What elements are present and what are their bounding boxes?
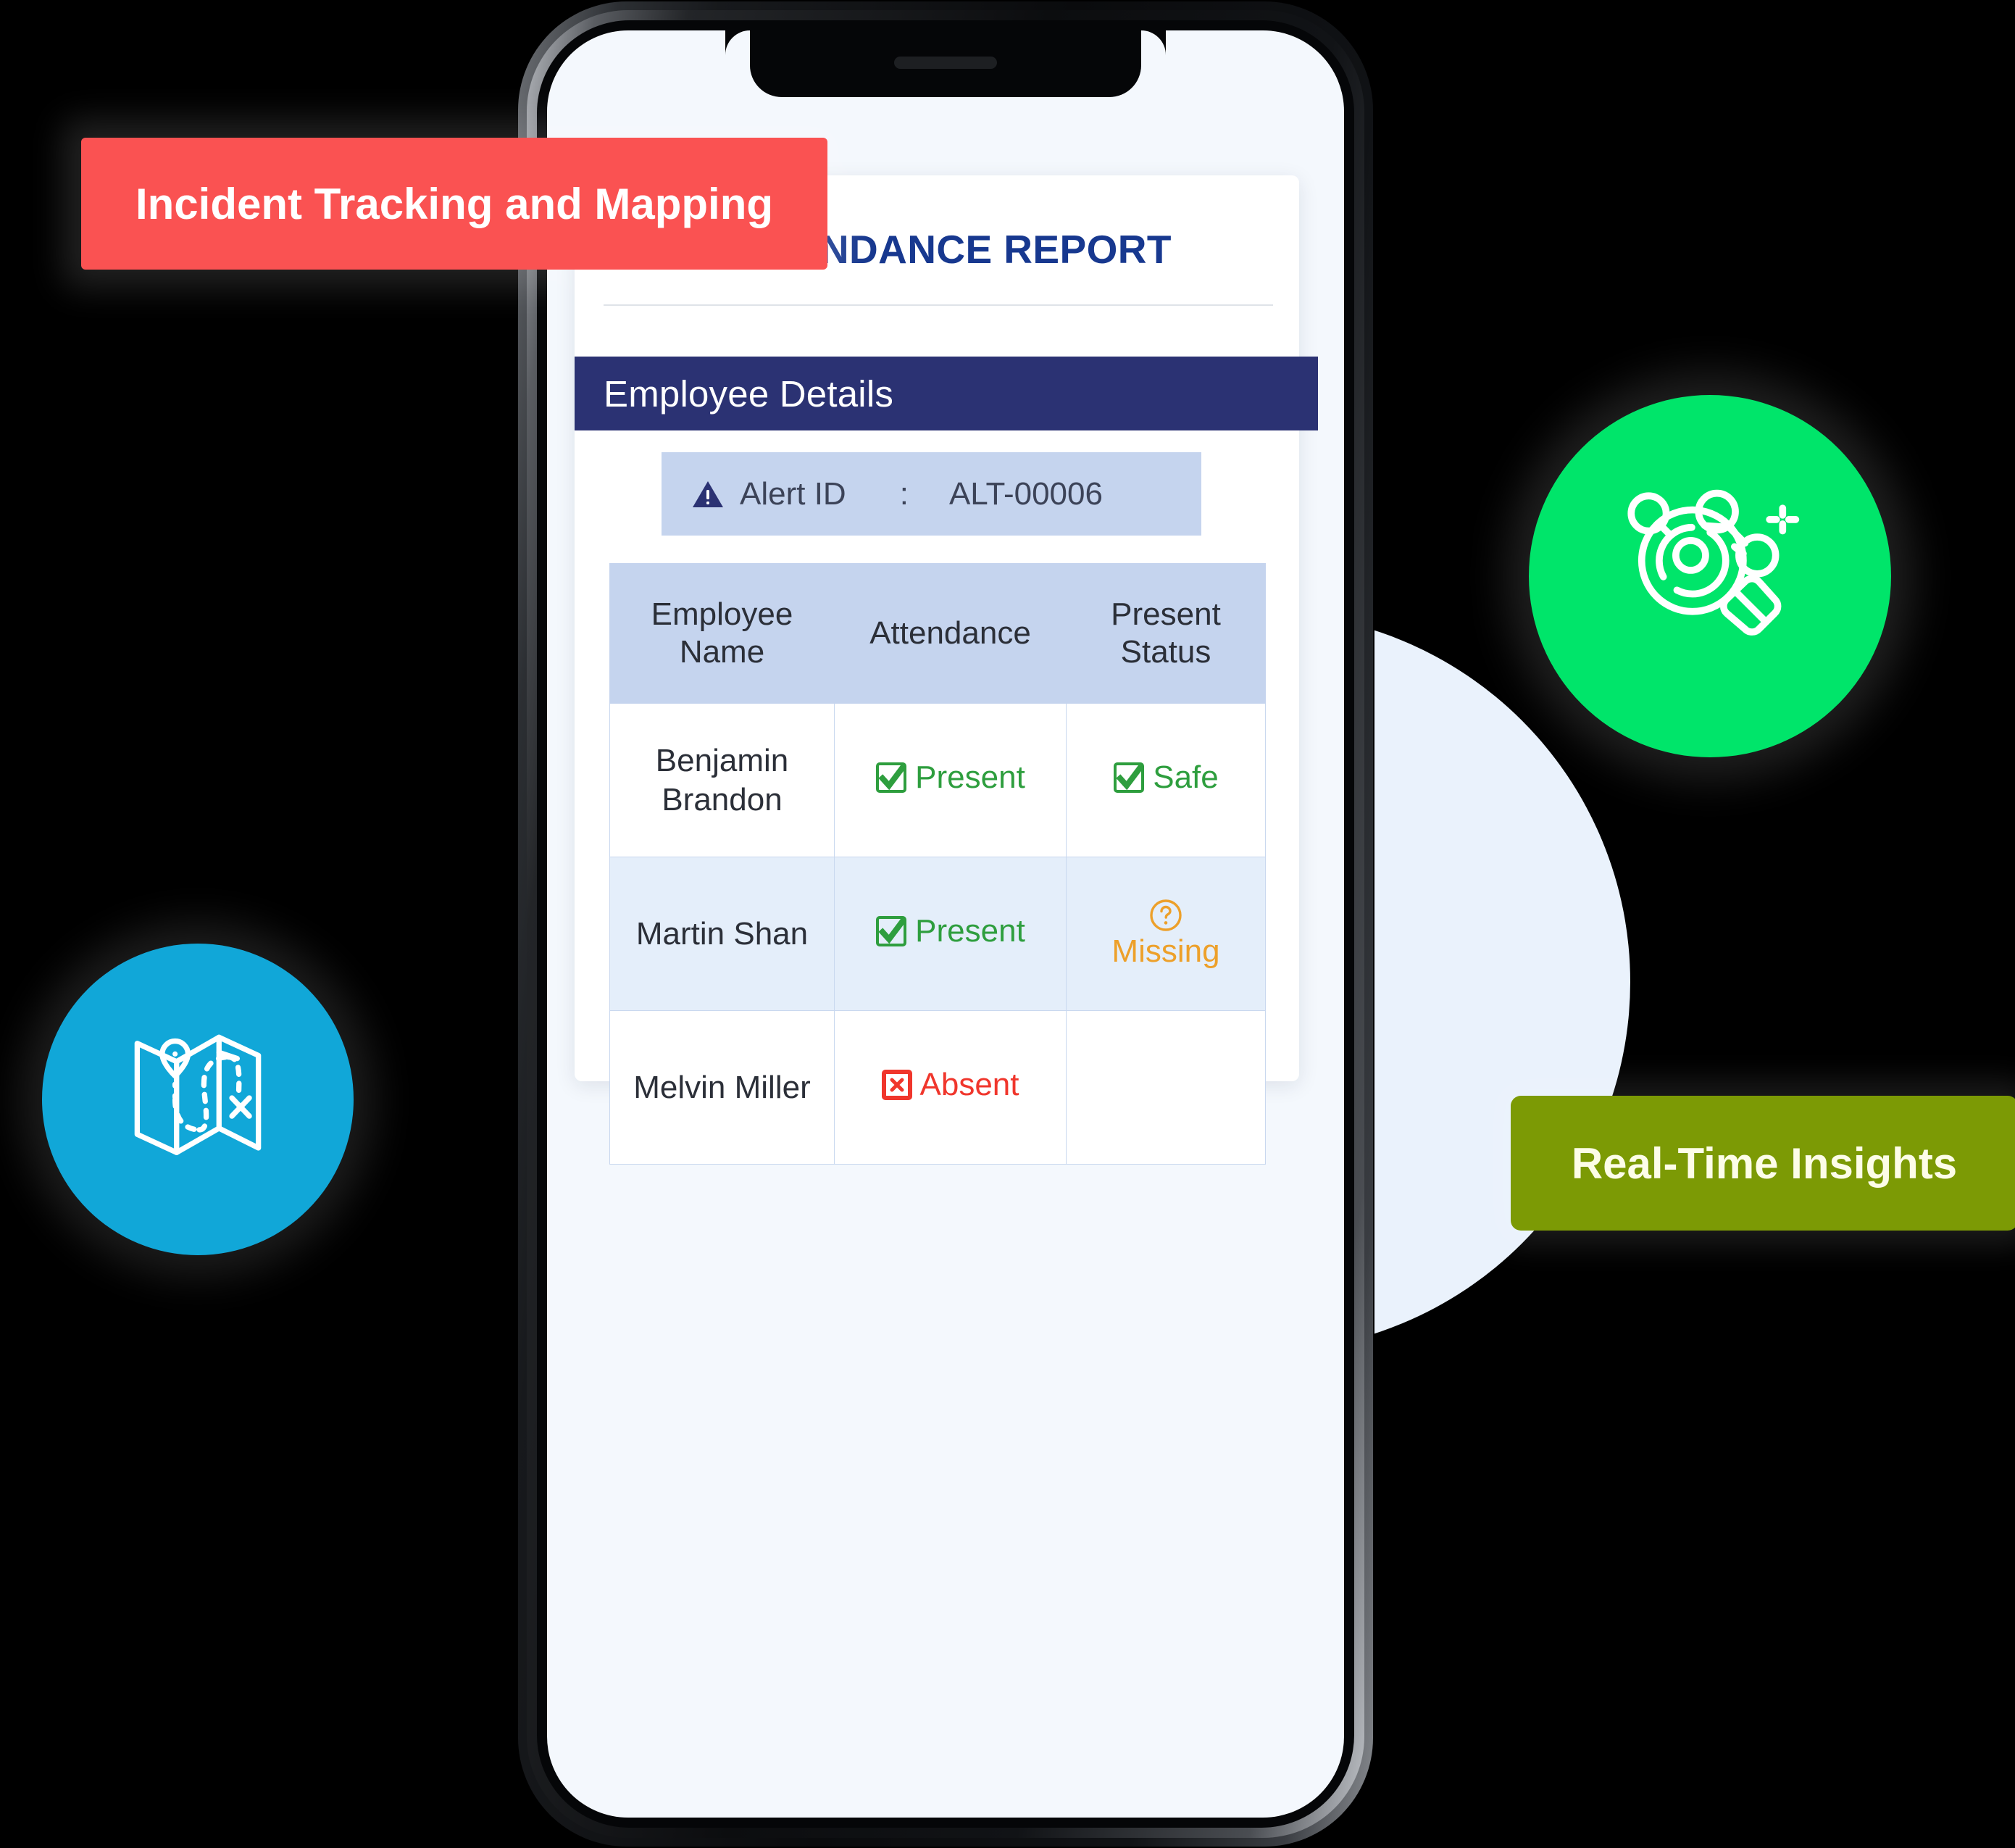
column-header-present-status: Present Status xyxy=(1066,563,1266,704)
notch-corner-right xyxy=(1141,30,1166,55)
phone-mockup: VIEW ATTENDANCE REPORT Employee Details xyxy=(518,1,1373,1847)
attendance-status-text: Present xyxy=(915,759,1025,795)
attendance-status-text: Absent xyxy=(919,1066,1019,1102)
checkbox-checked-icon xyxy=(875,915,907,947)
notch-corner-left xyxy=(725,30,750,55)
incident-tracking-badge[interactable]: Incident Tracking and Mapping xyxy=(81,138,827,270)
table-row[interactable]: Melvin Miller Absent xyxy=(609,1010,1266,1165)
scene-background: VIEW ATTENDANCE REPORT Employee Details xyxy=(0,0,2015,1848)
cell-present-status: Safe xyxy=(1066,703,1266,857)
table-header-row: Employee Name Attendance Present Status xyxy=(609,563,1266,704)
map-chip[interactable] xyxy=(42,944,354,1255)
table-row[interactable]: Benjamin Brandon Present Safe xyxy=(609,703,1266,857)
alert-id-value: ALT-00006 xyxy=(948,475,1103,512)
column-header-employee-name: Employee Name xyxy=(609,563,835,704)
column-header-attendance: Attendance xyxy=(834,563,1067,704)
question-circle-icon xyxy=(1148,898,1183,933)
cell-attendance: Absent xyxy=(834,1010,1067,1165)
insights-chip[interactable] xyxy=(1529,395,1891,757)
checkbox-checked-icon xyxy=(875,762,907,794)
attendance-status-text: Present xyxy=(915,912,1025,949)
phone-screen: VIEW ATTENDANCE REPORT Employee Details xyxy=(547,30,1344,1818)
cell-present-status xyxy=(1066,1010,1266,1165)
alert-id-label: Alert ID xyxy=(740,475,846,512)
table-row[interactable]: Martin Shan Present Missing xyxy=(609,857,1266,1011)
attendance-report-card: VIEW ATTENDANCE REPORT Employee Details xyxy=(575,175,1318,1165)
attendance-table: Employee Name Attendance Present Status … xyxy=(609,563,1266,1165)
present-status-text: Missing xyxy=(1111,933,1220,970)
real-time-insights-badge[interactable]: Real-Time Insights xyxy=(1511,1096,2015,1231)
checkbox-checked-icon xyxy=(1113,762,1145,794)
cell-present-status: Missing xyxy=(1066,857,1266,1011)
cross-box-icon xyxy=(881,1069,912,1101)
cell-employee-name: Benjamin Brandon xyxy=(609,703,835,857)
title-divider xyxy=(604,304,1273,306)
cell-attendance: Present xyxy=(834,703,1067,857)
table-body: Benjamin Brandon Present Safe Martin Sha… xyxy=(609,703,1266,1165)
phone-notch xyxy=(725,30,1166,97)
present-status-text: Safe xyxy=(1153,759,1219,795)
network-analysis-magnifier-icon xyxy=(1605,470,1815,683)
cell-attendance: Present xyxy=(834,857,1067,1011)
employee-details-section-header: Employee Details xyxy=(575,357,1318,430)
section-header-label: Employee Details xyxy=(604,372,894,415)
table-header: Employee Name Attendance Present Status xyxy=(609,563,1266,704)
cell-employee-name: Martin Shan xyxy=(609,857,835,1011)
alert-id-separator: : xyxy=(899,475,909,512)
alert-id-row: Alert ID : ALT-00006 xyxy=(662,452,1201,536)
earpiece-speaker-icon xyxy=(894,57,997,69)
cell-employee-name: Melvin Miller xyxy=(609,1010,835,1165)
warning-triangle-icon xyxy=(692,480,724,509)
folded-map-route-icon xyxy=(114,1015,281,1185)
